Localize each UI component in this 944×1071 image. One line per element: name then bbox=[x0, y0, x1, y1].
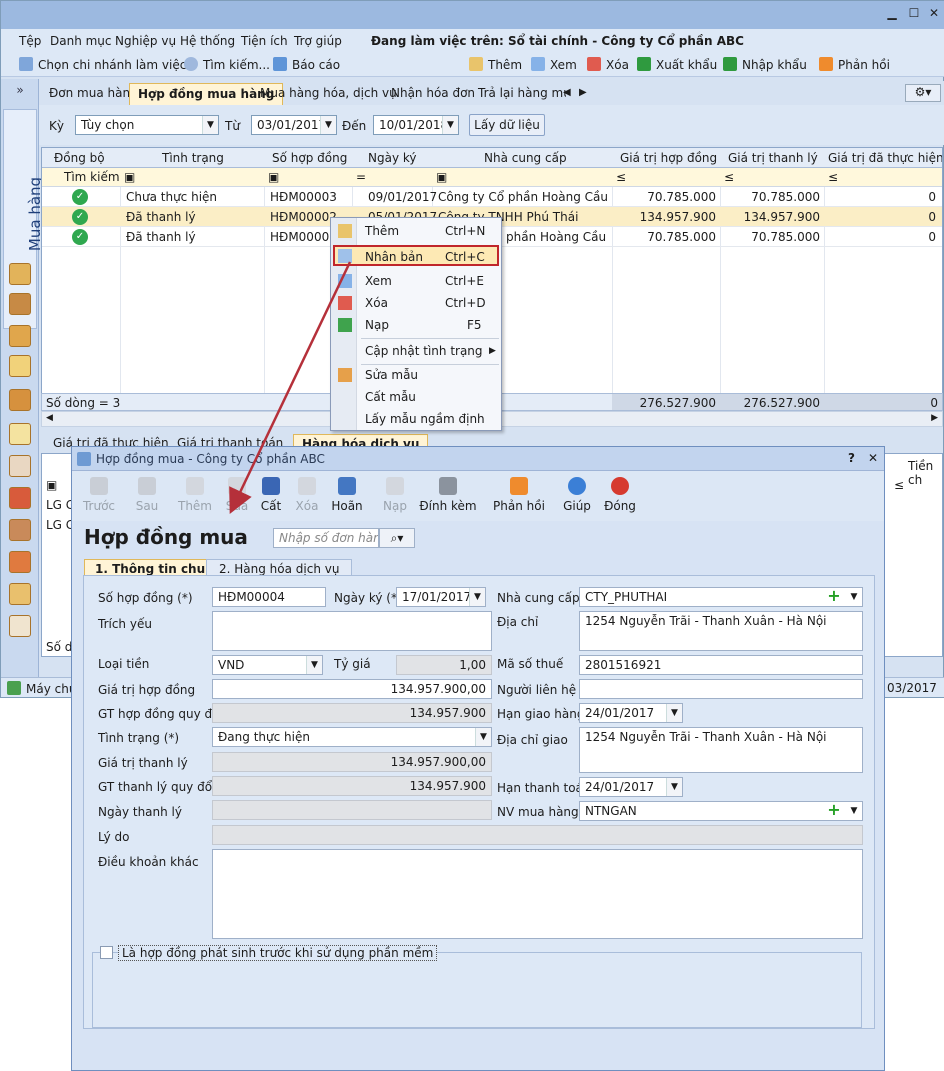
annotation-arrow bbox=[229, 261, 352, 515]
